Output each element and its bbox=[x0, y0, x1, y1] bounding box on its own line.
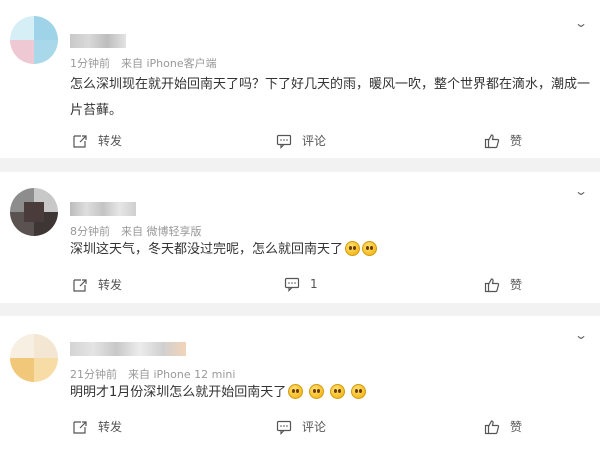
repost-label: 转发 bbox=[98, 134, 123, 148]
like-button[interactable]: 赞 bbox=[484, 276, 522, 293]
thumbs-up-icon bbox=[484, 277, 500, 293]
avatar[interactable] bbox=[10, 188, 58, 236]
post-actions: 转发 评论 赞 bbox=[0, 418, 600, 438]
like-label: 赞 bbox=[510, 420, 523, 434]
dizzy-face-emoji bbox=[345, 241, 361, 256]
comment-button[interactable]: 评论 bbox=[276, 418, 326, 435]
avatar[interactable] bbox=[10, 16, 58, 64]
repost-label: 转发 bbox=[98, 420, 123, 434]
repost-icon bbox=[72, 419, 88, 435]
like-button[interactable]: 赞 bbox=[484, 132, 522, 149]
dizzy-face-emoji bbox=[351, 384, 367, 399]
repost-button[interactable]: 转发 bbox=[72, 132, 122, 149]
comment-button[interactable]: 1 bbox=[284, 276, 318, 292]
thumbs-up-icon bbox=[484, 133, 500, 149]
feed-post: 1分钟前 来自 iPhone客户端 ⌄ 怎么深圳现在就开始回南天了吗？下了好几天… bbox=[0, 0, 600, 158]
feed-post: 8分钟前 来自 微博轻享版 ⌄ 深圳这天气，冬天都没过完呢，怎么就回南天了 转发… bbox=[0, 172, 600, 303]
dizzy-face-emoji bbox=[330, 384, 346, 399]
thumbs-up-icon bbox=[484, 419, 500, 435]
post-text: 深圳这天气，冬天都没过完呢，怎么就回南天了 bbox=[70, 237, 590, 263]
post-text-content: 明明才1月份深圳怎么就开始回南天了 bbox=[70, 385, 287, 400]
comment-label: 评论 bbox=[302, 134, 327, 148]
dizzy-face-emoji bbox=[362, 241, 378, 256]
dizzy-face-emoji bbox=[288, 384, 304, 399]
like-label: 赞 bbox=[510, 134, 523, 148]
post-actions: 转发 评论 赞 bbox=[0, 132, 600, 152]
chevron-down-icon[interactable]: ⌄ bbox=[574, 184, 588, 198]
dizzy-face-emoji bbox=[309, 384, 325, 399]
post-meta: 1分钟前 来自 iPhone客户端 bbox=[70, 57, 217, 70]
post-text: 明明才1月份深圳怎么就开始回南天了 bbox=[70, 380, 590, 406]
comment-icon bbox=[276, 133, 292, 149]
repost-label: 转发 bbox=[98, 278, 123, 292]
username-redacted[interactable] bbox=[70, 342, 186, 356]
post-actions: 转发 1 赞 bbox=[0, 276, 600, 296]
comment-count: 1 bbox=[310, 277, 318, 291]
comment-icon bbox=[284, 276, 300, 292]
feed-post: 21分钟前 来自 iPhone 12 mini ⌄ 明明才1月份深圳怎么就开始回… bbox=[0, 316, 600, 449]
repost-icon bbox=[72, 277, 88, 293]
comment-icon bbox=[276, 419, 292, 435]
like-button[interactable]: 赞 bbox=[484, 418, 522, 435]
repost-button[interactable]: 转发 bbox=[72, 418, 122, 435]
chevron-down-icon[interactable]: ⌄ bbox=[574, 328, 588, 342]
comment-button[interactable]: 评论 bbox=[276, 132, 326, 149]
chevron-down-icon[interactable]: ⌄ bbox=[574, 16, 588, 30]
comment-label: 评论 bbox=[302, 420, 327, 434]
like-label: 赞 bbox=[510, 278, 523, 292]
repost-button[interactable]: 转发 bbox=[72, 276, 122, 293]
post-text: 怎么深圳现在就开始回南天了吗？下了好几天的雨，暖风一吹，整个世界都在滴水，潮成一… bbox=[70, 77, 591, 118]
username-redacted[interactable] bbox=[70, 34, 126, 48]
avatar[interactable] bbox=[10, 334, 58, 382]
post-text-content: 深圳这天气，冬天都没过完呢，怎么就回南天了 bbox=[70, 242, 344, 257]
username-redacted[interactable] bbox=[70, 202, 136, 216]
repost-icon bbox=[72, 133, 88, 149]
